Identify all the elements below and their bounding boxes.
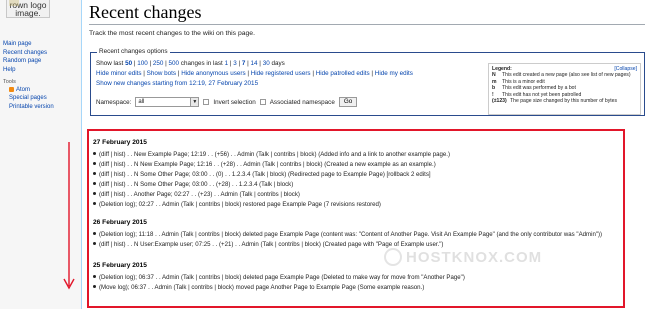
sidebar-item-special-pages[interactable]: Special pages [9, 94, 73, 102]
change-entry: (Move log); 06:37 . . Admin (Talk | cont… [93, 284, 424, 292]
days-30-link[interactable]: 30 [263, 60, 270, 67]
days-7-link[interactable]: 7 [242, 60, 246, 67]
show-last-suffix: days [269, 60, 285, 67]
atom-feed-icon [9, 86, 14, 92]
associated-namespace-checkbox[interactable] [259, 99, 266, 105]
day-heading: 25 February 2015 [93, 262, 147, 269]
legend-collapse-link[interactable]: [Collapse] [614, 66, 637, 72]
sidebar-item-random-page[interactable]: Random page [3, 57, 73, 66]
show-new-changes-link[interactable]: Show new changes starting from 12:19, 27… [96, 80, 258, 87]
hide-my-edits-link[interactable]: Hide my edits [375, 70, 413, 77]
change-entry: (Deletion log); 02:27 . . Admin (Talk | … [93, 201, 381, 209]
show-last-middle: changes in last [179, 60, 225, 67]
change-entry: (diff | hist) . . New Example Page; 12:1… [93, 151, 450, 159]
namespace-value: all [138, 99, 145, 105]
sidebar-item-printable-version[interactable]: Printable version [9, 103, 73, 111]
change-entry-text[interactable]: (Move log); 06:37 . . Admin (Talk | cont… [99, 284, 424, 291]
sidebar-item-help[interactable]: Help [3, 66, 73, 75]
sidebar: Main page Recent changes Random page Hel… [3, 40, 73, 111]
change-entry: (diff | hist) . . N Some Other Page; 03:… [93, 181, 293, 189]
change-entry: (diff | hist) . . N New Example Page; 12… [93, 161, 436, 169]
hide-patrolled-edits-link[interactable]: Hide patrolled edits [316, 70, 370, 77]
count-50-link[interactable]: 50 [125, 60, 132, 67]
go-button[interactable]: Go [338, 97, 358, 107]
atom-label: Atom [16, 87, 31, 93]
hide-registered-users-link[interactable]: Hide registered users [251, 70, 311, 77]
count-250-link[interactable]: 250 [153, 60, 164, 67]
show-bots-link[interactable]: Show bots [147, 70, 176, 77]
namespace-label: Namespace: [96, 98, 132, 106]
invert-selection-checkbox[interactable] [203, 99, 210, 105]
associated-namespace-label: Associated namespace [269, 98, 335, 106]
count-100-link[interactable]: 100 [137, 60, 148, 67]
page-intro: Track the most recent changes to the wik… [89, 30, 255, 37]
days-3-link[interactable]: 3 [233, 60, 237, 67]
change-entry: (diff | hist) . . N User:Example user; 0… [93, 241, 443, 249]
change-entry-text[interactable]: (diff | hist) . . Another Page; 02:27 . … [99, 191, 300, 198]
change-entry-text[interactable]: (diff | hist) . . N New Example Page; 12… [99, 161, 436, 168]
day-heading: 26 February 2015 [93, 219, 147, 226]
change-entry-text[interactable]: (Deletion log); 02:27 . . Admin (Talk | … [99, 201, 381, 208]
namespace-row: Namespace: all ▼ Invert selection Associ… [96, 97, 358, 107]
sidebar-item-recent-changes[interactable]: Recent changes [3, 49, 73, 58]
chevron-down-icon: ▼ [190, 98, 199, 106]
days-1-link[interactable]: 1 [225, 60, 229, 67]
days-14-link[interactable]: 14 [251, 60, 258, 67]
legend-box: Legend: [Collapse] N This edit created a … [488, 63, 641, 115]
recent-changes-options: Recent changes options Show last 50 | 10… [90, 48, 645, 116]
changes-list-highlight: 27 February 2015 (diff | hist) . . New E… [87, 129, 625, 308]
change-entry: (diff | hist) . . N Some Other Page; 03:… [93, 171, 431, 179]
count-500-link[interactable]: 500 [169, 60, 180, 67]
title-divider [89, 24, 645, 25]
legend-text: The page size changed by this number of … [510, 98, 618, 105]
change-entry-text[interactable]: (Deletion log); 11:18 . . Admin (Talk | … [99, 231, 602, 238]
legend-row: (±123) The page size changed by this numb… [492, 98, 637, 104]
legend-symbol: (±123) [492, 98, 507, 105]
change-entry-text[interactable]: (diff | hist) . . N User:Example user; 0… [99, 241, 443, 248]
change-entry: (Deletion log); 11:18 . . Admin (Talk | … [93, 231, 602, 239]
down-arrow-icon [63, 142, 75, 290]
content-area: Recent changes Track the most recent cha… [81, 0, 651, 309]
change-entry: (diff | hist) . . Another Page; 02:27 . … [93, 191, 300, 199]
change-entry-text[interactable]: (diff | hist) . . N Some Other Page; 03:… [99, 171, 431, 178]
filter-links: Hide minor edits | Show bots | Hide anon… [96, 70, 413, 77]
options-legend: Recent changes options [97, 48, 170, 55]
change-entry: (Deletion log); 06:37 . . Admin (Talk | … [93, 274, 465, 282]
namespace-select[interactable]: all ▼ [135, 97, 200, 107]
change-entry-text[interactable]: (diff | hist) . . N Some Other Page; 03:… [99, 181, 293, 188]
invert-selection-label: Invert selection [213, 98, 256, 106]
hide-minor-edits-link[interactable]: Hide minor edits [96, 70, 142, 77]
change-entry-text[interactable]: (diff | hist) . . New Example Page; 12:1… [99, 151, 450, 158]
logo-image-fragment [9, 0, 19, 6]
sidebar-item-main-page[interactable]: Main page [3, 40, 73, 49]
show-last-line: Show last 50 | 100 | 250 | 500 changes i… [96, 60, 285, 67]
change-entry-text[interactable]: (Deletion log); 06:37 . . Admin (Talk | … [99, 274, 465, 281]
show-last-prefix: Show last [96, 60, 126, 67]
wiki-logo[interactable]: rown logo image. [6, 0, 50, 18]
sidebar-item-atom[interactable]: Atom [9, 86, 73, 94]
page-title: Recent changes [89, 2, 202, 22]
tools-heading: Tools [3, 79, 16, 85]
hide-anonymous-users-link[interactable]: Hide anonymous users [181, 70, 245, 77]
day-heading: 27 February 2015 [93, 139, 147, 146]
tools-list: Atom Special pages Printable version [3, 86, 73, 111]
